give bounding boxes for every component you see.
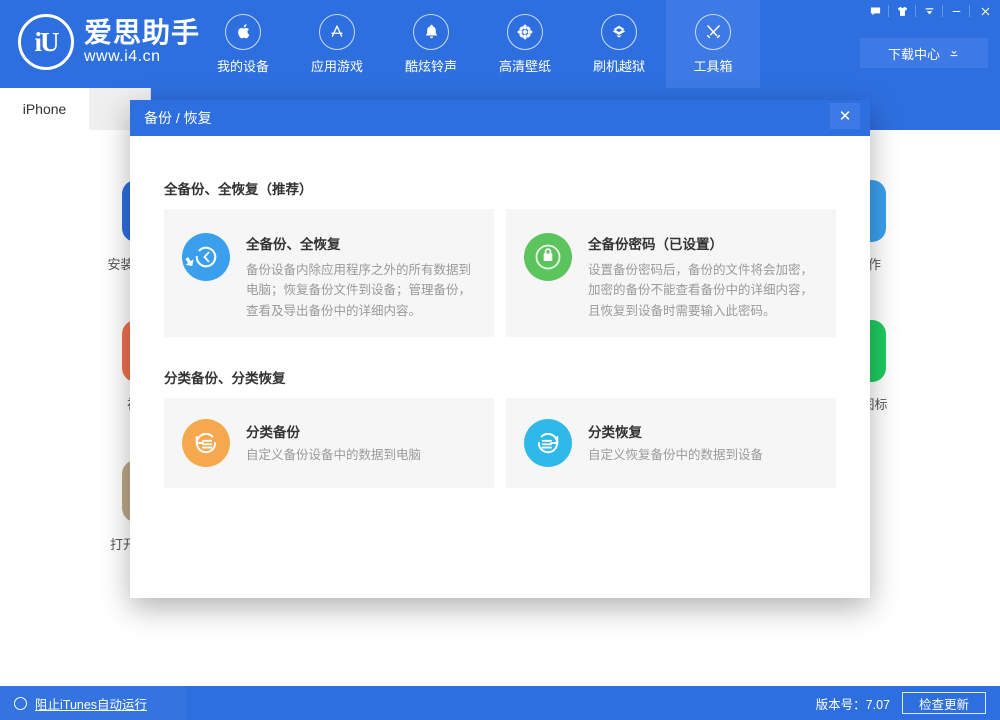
card-title: 全备份密码（已设置） <box>588 233 816 253</box>
nav-item-my-device[interactable]: 我的设备 <box>196 0 290 88</box>
version-label: 版本号：7.07 <box>816 686 890 720</box>
itunes-toggle-label: 阻止iTunes自动运行 <box>35 694 147 713</box>
section-cards: 全备份、全恢复 备份设备内除应用程序之外的所有数据到电脑；恢复备份文件到设备；管… <box>164 209 836 337</box>
section-heading: 全备份、全恢复（推荐） <box>164 178 836 198</box>
category-backup-icon <box>182 419 230 467</box>
section-heading: 分类备份、分类恢复 <box>164 367 836 387</box>
nav-item-toolbox[interactable]: 工具箱 <box>666 0 760 88</box>
card-title: 分类备份 <box>246 421 474 441</box>
skin-icon[interactable] <box>889 0 915 22</box>
status-bar: 阻止iTunes自动运行 版本号：7.07 检查更新 <box>0 686 1000 720</box>
card-category-restore[interactable]: 分类恢复 自定义恢复备份中的数据到设备 <box>506 398 836 488</box>
card-description: 自定义恢复备份中的数据到设备 <box>588 445 816 465</box>
nav-item-apps-games[interactable]: 应用游戏 <box>290 0 384 88</box>
itunes-toggle[interactable]: 阻止iTunes自动运行 <box>0 686 186 720</box>
dialog-title: 备份 / 恢复 <box>144 108 212 128</box>
card-backup-password[interactable]: 全备份密码（已设置） 设置备份密码后，备份的文件将会加密，加密的备份不能查看备份… <box>506 209 836 337</box>
tools-icon <box>695 14 731 50</box>
category-restore-icon <box>524 419 572 467</box>
bell-icon <box>413 14 449 50</box>
section-cards: 分类备份 自定义备份设备中的数据到电脑 分类恢复 自定义恢复 <box>164 398 836 488</box>
nav-label: 刷机越狱 <box>593 56 645 75</box>
openbox-icon <box>601 14 637 50</box>
card-title: 分类恢复 <box>588 421 816 441</box>
card-full-backup-restore[interactable]: 全备份、全恢复 备份设备内除应用程序之外的所有数据到电脑；恢复备份文件到设备；管… <box>164 209 494 337</box>
flower-icon <box>507 14 543 50</box>
close-icon[interactable] <box>970 0 1000 22</box>
nav-item-ringtones[interactable]: 酷炫铃声 <box>384 0 478 88</box>
check-update-button[interactable]: 检查更新 <box>902 692 986 714</box>
card-category-backup[interactable]: 分类备份 自定义备份设备中的数据到电脑 <box>164 398 494 488</box>
nav-label: 高清壁纸 <box>499 56 551 75</box>
spacer <box>164 337 836 367</box>
brand-url: www.i4.cn <box>84 48 200 66</box>
app-window: iU 爱思助手 www.i4.cn 我的设备 应用游戏 <box>0 0 1000 720</box>
card-description: 自定义备份设备中的数据到电脑 <box>246 445 474 465</box>
dialog-title-bar: 备份 / 恢复 ✕ <box>130 100 870 136</box>
app-header: iU 爱思助手 www.i4.cn 我的设备 应用游戏 <box>0 0 1000 88</box>
nav-label: 工具箱 <box>693 56 732 75</box>
nav-label: 酷炫铃声 <box>405 56 457 75</box>
card-description: 设置备份密码后，备份的文件将会加密，加密的备份不能查看备份中的详细内容，且恢复到… <box>588 260 816 321</box>
nav-item-wallpapers[interactable]: 高清壁纸 <box>478 0 572 88</box>
dialog-body: 全备份、全恢复（推荐） 全备份、全恢复 备份设备内除应用程 <box>130 136 870 488</box>
card-title: 全备份、全恢复 <box>246 233 474 253</box>
minimize-icon[interactable] <box>943 0 969 22</box>
brand-logo: iU 爱思助手 www.i4.cn <box>18 14 200 70</box>
nav-label: 我的设备 <box>217 56 269 75</box>
lock-icon <box>524 233 572 281</box>
chevron-down-icon[interactable] <box>916 0 942 22</box>
tab-label: iPhone <box>23 101 67 117</box>
restore-backup-icon <box>182 233 230 281</box>
card-description: 备份设备内除应用程序之外的所有数据到电脑；恢复备份文件到设备；管理备份，查看及导… <box>246 260 474 321</box>
tab-iphone[interactable]: iPhone <box>0 88 89 130</box>
nav-item-flash-jailbreak[interactable]: 刷机越狱 <box>572 0 666 88</box>
i4-logo-icon: iU <box>18 14 74 70</box>
close-icon[interactable]: ✕ <box>830 103 860 129</box>
download-center-button[interactable]: 下载中心 <box>860 38 988 68</box>
main-nav: 我的设备 应用游戏 酷炫铃声 <box>196 0 760 88</box>
nav-label: 应用游戏 <box>311 56 363 75</box>
download-center-label: 下载中心 <box>888 44 940 63</box>
radio-icon <box>14 697 27 710</box>
feedback-icon[interactable] <box>862 0 888 22</box>
appstore-icon <box>319 14 355 50</box>
window-controls <box>862 0 1000 22</box>
apple-icon <box>225 14 261 50</box>
download-icon <box>948 46 960 61</box>
brand-name: 爱思助手 <box>84 18 200 47</box>
backup-restore-dialog: 备份 / 恢复 ✕ 全备份、全恢复（推荐） <box>130 100 870 598</box>
